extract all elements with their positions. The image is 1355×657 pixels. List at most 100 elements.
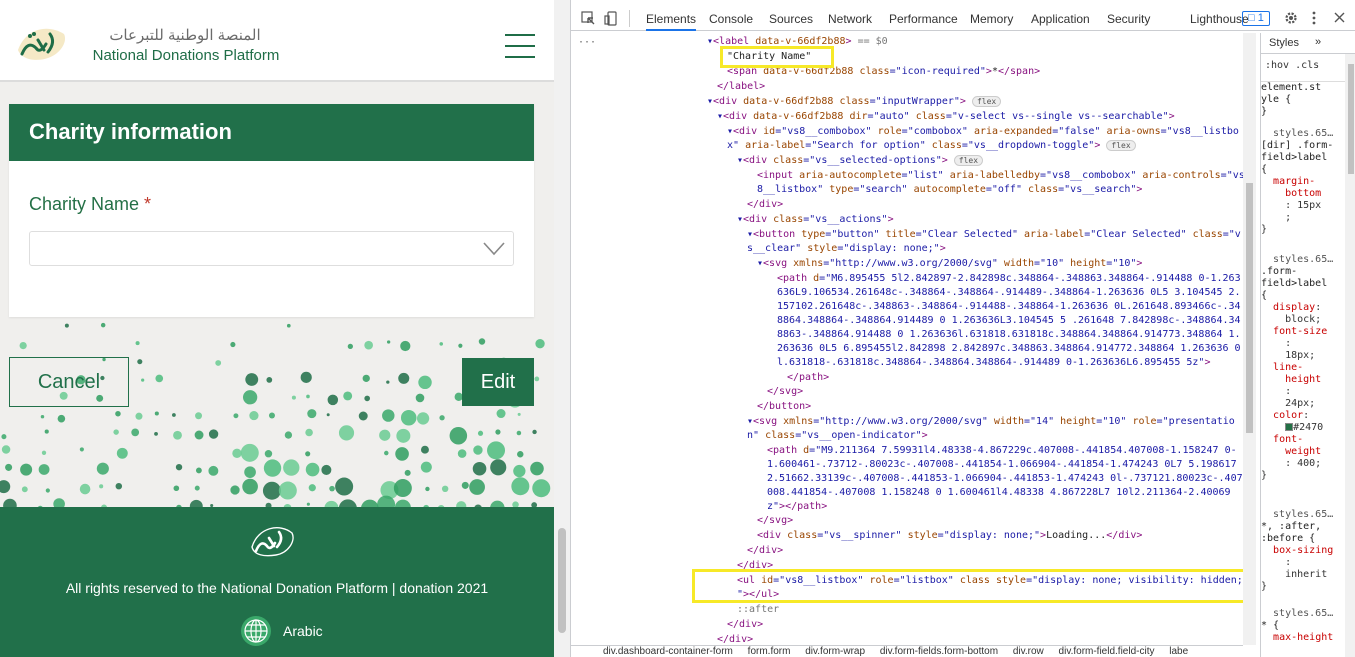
dom-line[interactable]: x" aria-label="Search for option" class=… <box>727 139 1136 152</box>
style-rule[interactable]: styles.65… *, :after, :before { box-sizi… <box>1261 509 1333 593</box>
cls-toggle[interactable]: .cls <box>1295 60 1319 71</box>
elements-scrollbar[interactable] <box>1243 33 1256 645</box>
language-switcher[interactable]: Arabic <box>240 615 323 647</box>
issues-count: 1 <box>1257 12 1264 24</box>
style-rule[interactable]: styles.65… * { max-height <box>1261 608 1333 644</box>
elements-dom-tree[interactable]: ··· ▾<label data-v-66df2b88> == $0 "Char… <box>571 33 1243 645</box>
dom-line[interactable]: 263636 0L5 6.895455l2.842898 2.842897c.3… <box>777 342 1241 355</box>
dom-line[interactable]: 1.600461-.73712-.80023c-.407008-.441854-… <box>767 458 1237 471</box>
styles-filter: :hov .cls <box>1265 60 1319 72</box>
hov-toggle[interactable]: :hov <box>1265 60 1289 71</box>
breadcrumb: div.dashboard-container-form form.form d… <box>571 645 1243 657</box>
chevron-down-icon[interactable] <box>483 242 505 256</box>
dom-line[interactable]: z"></path> <box>767 500 827 513</box>
style-rule[interactable]: styles.65… .form- field>label { display:… <box>1261 254 1333 482</box>
breadcrumb-item[interactable]: form.form <box>748 646 791 657</box>
dom-line[interactable]: ▾<svg xmlns="http://www.w3.org/2000/svg"… <box>747 415 1235 428</box>
dom-line[interactable]: </div> <box>717 633 753 645</box>
globe-icon[interactable] <box>240 615 272 647</box>
tab-elements[interactable]: Elements <box>646 12 697 31</box>
dom-line[interactable]: ::after <box>737 603 779 616</box>
dom-line[interactable]: 157102.261648c-.348863-.348864-.914488-.… <box>777 300 1241 313</box>
dom-line[interactable]: ▾<div id="vs8__combobox" role="combobox"… <box>727 125 1239 138</box>
dom-line[interactable]: ▾<div data-v-66df2b88 dir="auto" class="… <box>717 110 1175 123</box>
issues-badge[interactable]: □ 1 <box>1242 11 1270 26</box>
dom-line[interactable]: n" class="vs__open-indicator"> <box>747 429 928 442</box>
breadcrumb-item[interactable]: div.form-field.field-city <box>1059 646 1155 657</box>
more-tabs-icon[interactable]: » <box>1315 36 1321 48</box>
devtools-tabbar: Elements Console Sources Network Perform… <box>571 8 1355 31</box>
donation-logo-icon[interactable] <box>8 20 72 70</box>
dom-line[interactable]: </button> <box>757 400 811 413</box>
dom-line[interactable]: </label> <box>717 80 765 93</box>
hamburger-menu-icon[interactable] <box>505 34 535 58</box>
dom-line[interactable]: 8863-.348864.914488 0 1.263636l.631818.6… <box>777 328 1241 341</box>
more-vertical-icon[interactable] <box>1311 11 1317 25</box>
tab-console[interactable]: Console <box>709 12 753 26</box>
dom-line[interactable]: </path> <box>787 371 829 384</box>
tab-performance[interactable]: Performance <box>889 12 958 26</box>
dom-line[interactable]: <input aria-autocomplete="list" aria-lab… <box>757 169 1243 182</box>
dom-line[interactable]: ▾<div class="vs__actions"> <box>737 213 894 226</box>
site-header: المنصة الوطنية للتبرعات National Donatio… <box>0 0 554 82</box>
cancel-button[interactable]: Cancel <box>9 357 129 407</box>
breadcrumb-item[interactable]: labe <box>1169 646 1188 657</box>
language-label[interactable]: Arabic <box>283 623 323 639</box>
color-swatch[interactable] <box>1285 423 1294 431</box>
dom-line[interactable]: <path d="M9.211364 7.59931l4.48338-4.867… <box>767 444 1237 457</box>
dom-line[interactable]: </div> <box>747 198 783 211</box>
breadcrumb-item[interactable]: div.row <box>1013 646 1044 657</box>
dom-line[interactable]: ▾<div class="vs__selected-options"> flex <box>737 154 984 167</box>
dom-line[interactable]: ▾<button type="button" title="Clear Sele… <box>747 228 1241 241</box>
elements-scrollbar-thumb[interactable] <box>1246 183 1253 433</box>
dom-line[interactable]: </svg> <box>757 514 793 527</box>
styles-tabbar: Styles » <box>1261 33 1355 54</box>
settings-gear-icon[interactable] <box>1284 11 1298 25</box>
dom-line[interactable]: </div> <box>747 544 783 557</box>
charity-name-label-text: Charity Name <box>29 194 140 214</box>
tab-network[interactable]: Network <box>828 12 872 26</box>
page-scrollbar-thumb[interactable] <box>558 528 566 633</box>
dom-line[interactable]: 8__listbox" type="search" autocomplete="… <box>757 183 1142 196</box>
tab-lighthouse[interactable]: Lighthouse <box>1190 12 1249 26</box>
breadcrumb-item[interactable]: div.form-wrap <box>805 646 865 657</box>
dom-line[interactable]: <div class="vs__spinner" style="display:… <box>757 529 1142 542</box>
close-icon[interactable] <box>1334 12 1345 23</box>
styles-scrollbar-thumb[interactable] <box>1348 64 1354 174</box>
dom-line[interactable]: s__clear" style="display: none;"> <box>747 242 946 255</box>
brand-name-english: National Donations Platform <box>92 47 280 64</box>
tab-application[interactable]: Application <box>1031 12 1090 26</box>
edit-button[interactable]: Edit <box>462 358 534 406</box>
dom-line[interactable]: ▾<div data-v-66df2b88 class="inputWrappe… <box>707 95 1002 108</box>
tab-styles[interactable]: Styles <box>1269 37 1299 49</box>
dom-line[interactable]: 8864.348864-.348864.914489 0 1.263636L3.… <box>777 314 1241 327</box>
dom-line[interactable]: </div> <box>727 618 763 631</box>
dom-line[interactable]: </svg> <box>767 385 803 398</box>
dom-line[interactable]: 2.51662.33139c-.407008-.441853-1.066904-… <box>767 472 1243 485</box>
styles-scrollbar[interactable] <box>1345 54 1355 657</box>
message-icon: □ <box>1248 12 1258 24</box>
required-asterisk: * <box>144 194 152 214</box>
dom-line[interactable]: l.631818-.631818c.348864-.348864.348864-… <box>777 356 1211 369</box>
dom-line[interactable]: 636L9.106534.261648c-.348864-.348864-.91… <box>777 286 1241 299</box>
ellipsis-indicator[interactable]: ··· <box>578 37 596 48</box>
charity-name-label: Charity Name * <box>29 194 151 215</box>
inspect-icon[interactable] <box>581 11 596 26</box>
styles-pane: Styles » :hov .cls element.st yle { } st… <box>1260 33 1355 657</box>
tab-security[interactable]: Security <box>1107 12 1150 26</box>
device-toolbar-icon[interactable] <box>604 11 619 26</box>
dom-line[interactable]: <path d="M6.895455 5l2.842897-2.842898c.… <box>777 272 1241 285</box>
dom-line[interactable]: ▾<svg xmlns="http://www.w3.org/2000/svg"… <box>757 257 1142 270</box>
site: المنصة الوطنية للتبرعات National Donatio… <box>0 0 554 657</box>
breadcrumb-item[interactable]: div.form-fields.form-bottom <box>880 646 998 657</box>
style-rule[interactable]: styles.65… [dir] .form- field>label { ma… <box>1261 128 1333 236</box>
webpage-viewport: المنصة الوطنية للتبرعات National Donatio… <box>0 0 570 657</box>
dom-line[interactable]: 008.441854-.407008 1.158248 0 1.600461l4… <box>767 486 1231 499</box>
style-rule[interactable]: element.st yle { } <box>1261 81 1345 118</box>
tab-sources[interactable]: Sources <box>769 12 813 26</box>
page-scrollbar[interactable] <box>554 0 570 657</box>
brand-name-arabic: المنصة الوطنية للتبرعات <box>109 27 261 44</box>
tab-memory[interactable]: Memory <box>970 12 1013 26</box>
breadcrumb-item[interactable]: div.dashboard-container-form <box>603 646 733 657</box>
charity-name-select[interactable] <box>29 231 514 266</box>
